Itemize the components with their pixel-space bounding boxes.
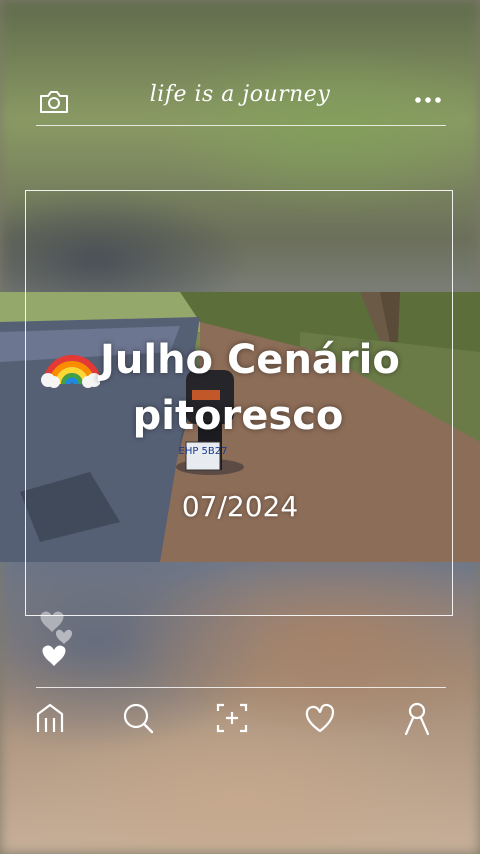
add-photo-icon[interactable]	[214, 700, 250, 736]
camera-icon[interactable]	[38, 88, 70, 116]
profile-icon[interactable]	[398, 700, 434, 736]
post-caption: Julho Cenário pitoresco	[40, 332, 460, 444]
bottom-nav	[0, 692, 480, 742]
search-icon[interactable]	[120, 700, 156, 736]
post-date: 07/2024	[181, 490, 299, 523]
home-icon[interactable]	[32, 700, 68, 736]
footer-divider	[36, 687, 446, 688]
top-bar: life is a journey	[0, 80, 480, 124]
hearts-icon[interactable]	[36, 606, 86, 668]
rainbow-icon	[40, 332, 101, 388]
header-divider	[36, 125, 446, 126]
caption-line-2: pitoresco	[132, 393, 344, 439]
heart-icon[interactable]	[302, 700, 338, 736]
app-title: life is a journey	[149, 82, 331, 107]
more-options-icon[interactable]	[410, 88, 446, 112]
caption-line-1: Julho Cenário	[100, 337, 400, 383]
